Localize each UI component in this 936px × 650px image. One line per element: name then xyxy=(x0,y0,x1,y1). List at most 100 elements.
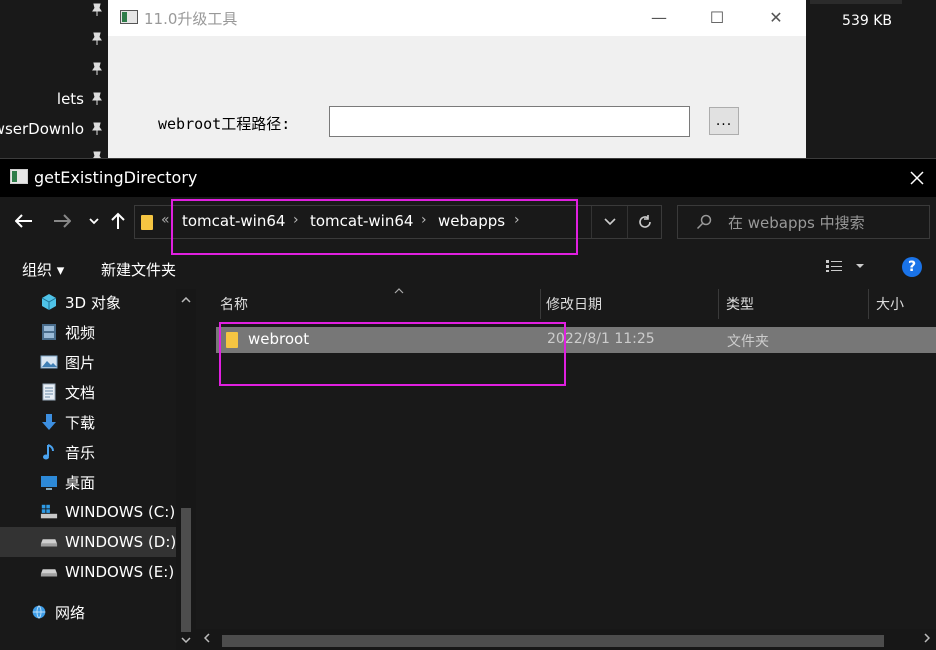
close-button[interactable]: ✕ xyxy=(753,0,799,34)
column-header-label: 大小 xyxy=(876,297,904,313)
cube-icon xyxy=(40,293,58,311)
column-divider[interactable] xyxy=(540,289,541,319)
nav-item-label: 网络 xyxy=(55,603,86,622)
background-cell xyxy=(810,0,902,4)
minimize-button[interactable]: — xyxy=(636,0,682,34)
search-icon xyxy=(696,214,712,230)
organize-menu[interactable]: 组织 ▾ xyxy=(22,259,64,280)
nav-item-drive-e[interactable]: WINDOWS (E:) xyxy=(0,557,176,587)
nav-item-desktop[interactable]: 桌面 xyxy=(0,467,176,497)
quick-access-item[interactable]: wserDownlo xyxy=(0,119,104,139)
folder-icon xyxy=(141,215,153,230)
up-arrow-icon[interactable] xyxy=(106,209,130,233)
drive-windows-icon xyxy=(40,503,58,521)
background-file-details: 539 KB xyxy=(806,0,936,158)
forward-arrow-icon[interactable] xyxy=(50,209,74,233)
nav-item-music[interactable]: 音乐 xyxy=(0,437,176,467)
quick-access-item[interactable] xyxy=(90,0,104,20)
pin-icon xyxy=(90,3,104,17)
file-type: 文件夹 xyxy=(727,334,769,350)
navigation-pane: 3D 对象 视频 图片 文档 下载 音乐 桌面 WINDOWS (C:) WIN… xyxy=(0,289,196,650)
pin-icon xyxy=(90,62,104,76)
scroll-right-icon[interactable] xyxy=(924,632,931,646)
upgrade-tool-window: 11.0升级工具 — ☐ ✕ webroot工程路径: ... xyxy=(108,0,806,158)
folder-picker-dialog: getExistingDirectory « tomcat-win64 › to… xyxy=(0,158,936,650)
search-box[interactable]: 在 webapps 中搜索 xyxy=(677,205,930,239)
nav-item-drive-d[interactable]: WINDOWS (D:) xyxy=(0,527,176,557)
nav-item-3d-objects[interactable]: 3D 对象 xyxy=(0,287,176,317)
dialog-title: getExistingDirectory xyxy=(34,168,198,187)
file-list-scrollbar[interactable] xyxy=(196,629,936,650)
nav-item-drive-c[interactable]: WINDOWS (C:) xyxy=(0,497,176,527)
column-header-type[interactable]: 类型 xyxy=(726,289,866,319)
tool-titlebar[interactable]: 11.0升级工具 — ☐ ✕ xyxy=(108,0,806,36)
nav-item-pictures[interactable]: 图片 xyxy=(0,347,176,377)
scroll-left-icon[interactable] xyxy=(203,632,210,646)
column-header-modified[interactable]: 修改日期 xyxy=(546,289,716,319)
folder-highlight-box xyxy=(219,322,566,386)
pin-icon xyxy=(90,92,104,106)
nav-item-label: 下载 xyxy=(65,413,96,432)
app-icon xyxy=(10,169,28,184)
webroot-path-label: webroot工程路径: xyxy=(158,115,291,133)
quick-access-item[interactable] xyxy=(90,29,104,49)
nav-item-label: 文档 xyxy=(65,383,96,402)
nav-item-documents[interactable]: 文档 xyxy=(0,377,176,407)
webroot-path-input[interactable] xyxy=(329,106,690,137)
background-explorer-pane: lets wserDownlo xyxy=(0,0,108,158)
column-header-label: 类型 xyxy=(726,297,754,313)
drive-icon xyxy=(40,563,58,581)
new-folder-button[interactable]: 新建文件夹 xyxy=(101,259,176,280)
view-options-icon[interactable] xyxy=(825,259,865,277)
quick-access-label: lets xyxy=(56,90,84,108)
column-header-name[interactable]: 名称 xyxy=(220,286,540,319)
scroll-up-icon[interactable] xyxy=(176,291,196,309)
breadcrumb-overflow[interactable]: « xyxy=(161,212,170,228)
column-header-label: 修改日期 xyxy=(546,297,602,313)
nav-item-label: 3D 对象 xyxy=(65,293,121,312)
quick-access-item[interactable]: lets xyxy=(57,89,104,109)
nav-item-label: WINDOWS (D:) xyxy=(65,533,177,551)
browse-button[interactable]: ... xyxy=(709,107,739,135)
nav-pane-scrollbar[interactable] xyxy=(176,289,196,650)
download-icon xyxy=(40,413,58,431)
nav-item-label: 桌面 xyxy=(65,473,96,492)
help-icon[interactable]: ? xyxy=(902,257,922,277)
address-dropdown-icon[interactable] xyxy=(591,206,627,238)
back-arrow-icon[interactable] xyxy=(12,209,36,233)
column-divider[interactable] xyxy=(718,289,719,319)
nav-item-label: 图片 xyxy=(65,353,96,372)
column-header-label: 名称 xyxy=(220,297,248,313)
nav-item-label: WINDOWS (E:) xyxy=(65,563,175,581)
picture-icon xyxy=(40,353,58,371)
pin-icon xyxy=(90,32,104,46)
quick-access-label: wserDownlo xyxy=(0,120,84,138)
nav-item-downloads[interactable]: 下载 xyxy=(0,407,176,437)
sort-ascending-icon xyxy=(394,286,404,297)
file-size: 539 KB xyxy=(842,13,892,29)
nav-item-videos[interactable]: 视频 xyxy=(0,317,176,347)
nav-item-label: WINDOWS (C:) xyxy=(65,503,176,521)
quick-access-item[interactable] xyxy=(90,59,104,79)
pin-icon xyxy=(90,151,104,158)
close-icon[interactable] xyxy=(904,165,930,191)
scrollbar-thumb[interactable] xyxy=(222,635,884,647)
tool-window-title: 11.0升级工具 xyxy=(144,10,238,28)
drive-icon xyxy=(40,533,58,551)
network-icon xyxy=(30,603,48,621)
nav-item-label: 视频 xyxy=(65,323,96,342)
column-divider[interactable] xyxy=(868,289,869,319)
maximize-button[interactable]: ☐ xyxy=(694,0,740,34)
search-placeholder: 在 webapps 中搜索 xyxy=(728,214,865,232)
scrollbar-thumb[interactable] xyxy=(181,508,191,632)
dialog-titlebar[interactable]: getExistingDirectory xyxy=(0,159,936,197)
refresh-icon[interactable] xyxy=(627,206,661,238)
column-header-size[interactable]: 大小 xyxy=(876,289,936,319)
recent-locations-chevron-icon[interactable] xyxy=(82,209,106,233)
scroll-down-icon[interactable] xyxy=(176,631,196,649)
document-icon xyxy=(40,383,58,401)
desktop-icon xyxy=(40,473,58,491)
nav-item-network[interactable]: 网络 xyxy=(0,597,176,627)
pin-icon xyxy=(90,122,104,136)
quick-access-item[interactable] xyxy=(90,148,104,158)
